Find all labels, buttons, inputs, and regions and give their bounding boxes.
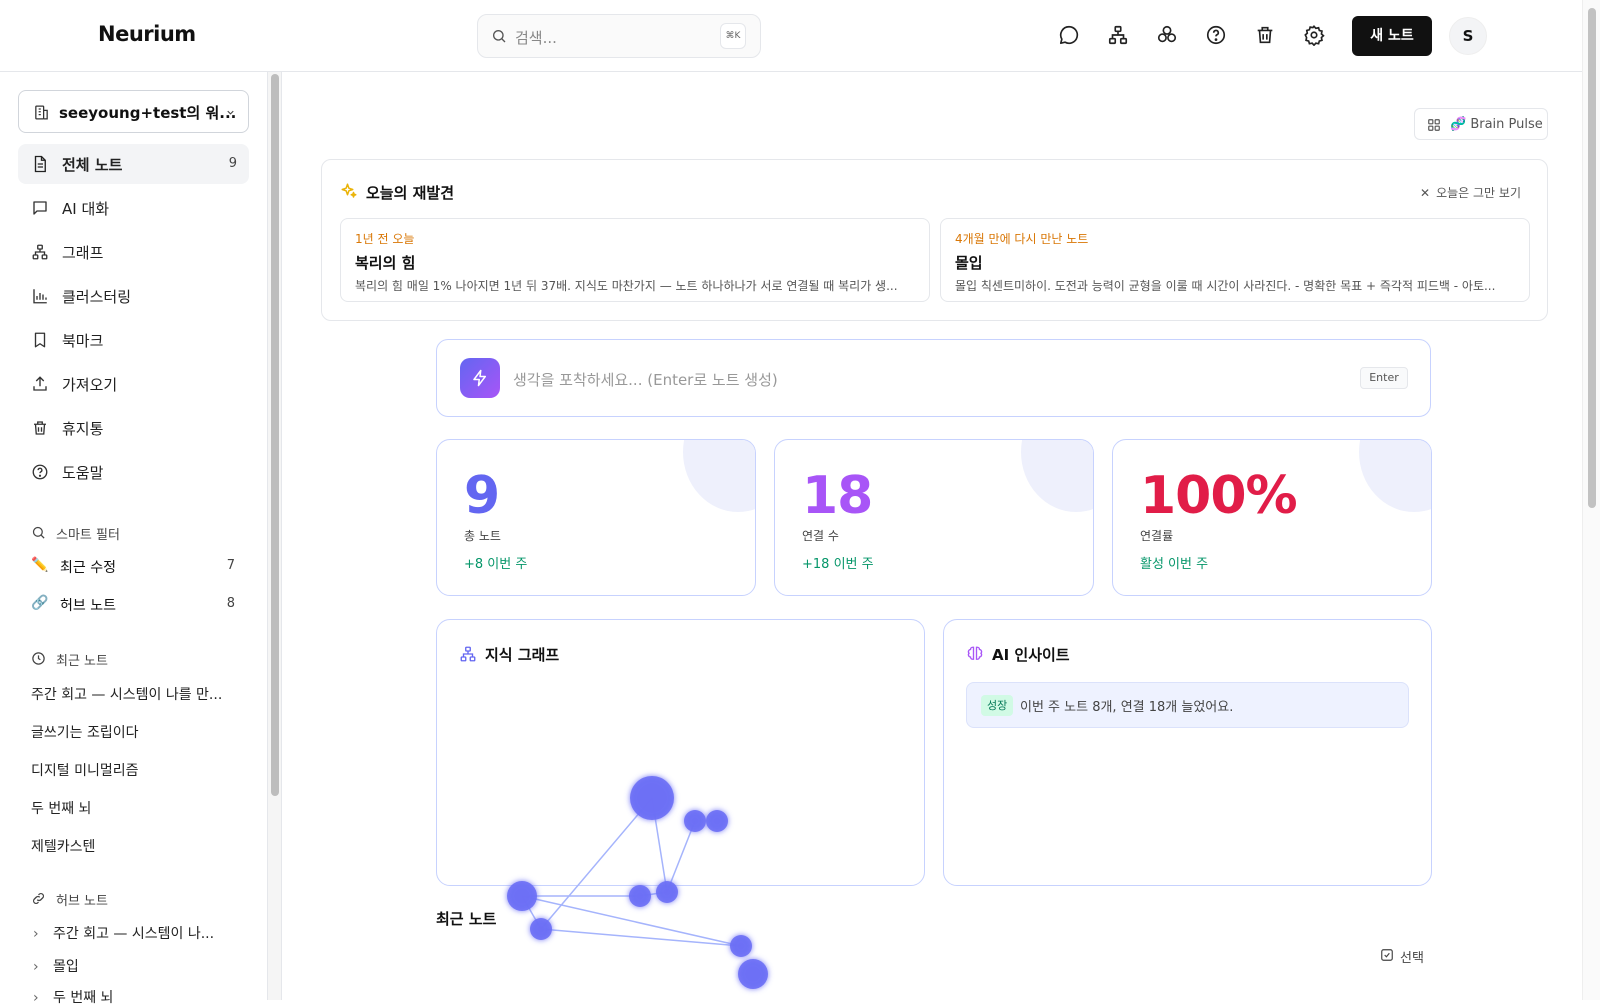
graph-node[interactable] [507,881,537,911]
page-scrollbar-thumb[interactable] [1588,8,1596,508]
graph-nodes[interactable] [507,776,768,989]
page-scrollbar[interactable] [1582,0,1600,1000]
graph-node[interactable] [738,959,768,989]
graph-node[interactable] [530,918,552,940]
graph-node[interactable] [630,776,674,820]
graph-edge [540,928,742,947]
graph-node[interactable] [730,935,752,957]
graph-edge [540,797,653,930]
graph-node[interactable] [706,810,728,832]
graph-node[interactable] [684,810,706,832]
knowledge-graph-canvas[interactable] [0,0,1600,1000]
graph-node[interactable] [629,885,651,907]
graph-edge [666,820,696,893]
graph-edge [521,895,742,947]
graph-node[interactable] [656,881,678,903]
